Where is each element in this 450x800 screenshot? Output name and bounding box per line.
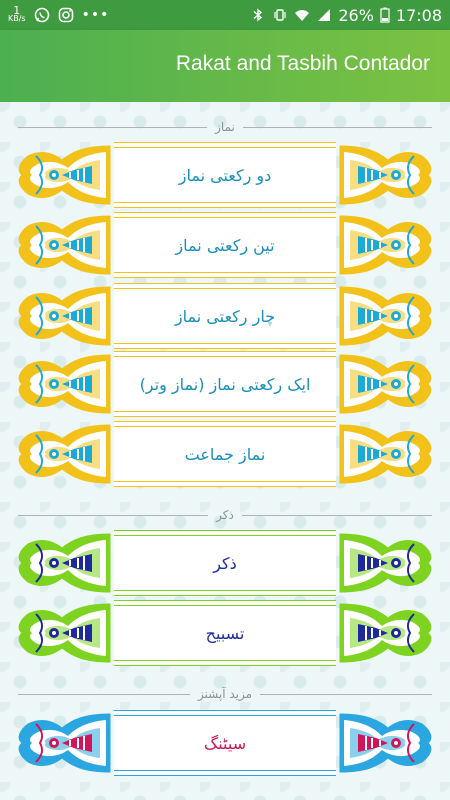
section-label-more-options: مزید آپشنز (197, 687, 253, 701)
four-rakat-namaz-button[interactable]: چار رکعتی نماز (14, 283, 436, 349)
tasbih-button[interactable]: تسبیح (14, 600, 436, 666)
instagram-icon (58, 7, 73, 23)
section-label-zikr: ذکر (216, 508, 234, 522)
button-label: چار رکعتی نماز (174, 306, 276, 326)
battery-percent: 26% (338, 5, 374, 25)
bluetooth-icon (253, 8, 263, 22)
more-notifications-icon: ••• (81, 7, 110, 23)
section-divider-namaz: نماز (18, 119, 433, 135)
section-divider-zikr: ذکر (18, 507, 432, 523)
vibrate-icon (274, 9, 286, 21)
two-rakat-namaz-button[interactable]: دو رکعتی نماز (14, 142, 436, 208)
status-bar: 1 KB/s ••• 26% 17:08 (0, 0, 450, 30)
section-label-namaz: نماز (215, 120, 235, 134)
battery-icon (380, 7, 390, 23)
button-label: نماز جماعت (184, 444, 266, 464)
zikr-button[interactable]: ذکر (14, 530, 436, 596)
network-speed: 1 KB/s (8, 4, 26, 23)
jamaat-namaz-button[interactable]: نماز جماعت (14, 421, 436, 487)
button-label: ایک رکعتی نماز (نماز وتر) (139, 374, 311, 394)
section-divider-more-options: مزید آپشنز (18, 686, 432, 702)
whatsapp-icon (34, 7, 49, 23)
three-rakat-namaz-button[interactable]: تین رکعتی نماز (14, 212, 436, 278)
button-label: دو رکعتی نماز (178, 165, 272, 185)
app-bar: Rakat and Tasbih Contador (0, 30, 450, 102)
app-title: Rakat and Tasbih Contador (175, 52, 430, 75)
button-label: تین رکعتی نماز (175, 235, 275, 255)
main-content[interactable]: نماز دو رکعتی نماز تین رکعتی نماز چار رک… (0, 102, 450, 800)
one-rakat-witr-namaz-button[interactable]: ایک رکعتی نماز (نماز وتر) (14, 351, 436, 417)
button-label: تسبیح (205, 623, 245, 643)
settings-button[interactable]: سیٹنگ (14, 710, 436, 776)
button-label: ذکر (213, 553, 237, 573)
button-label: سیٹنگ (203, 733, 247, 753)
signal-icon (318, 9, 331, 21)
clock: 17:08 (395, 5, 442, 25)
wifi-icon (295, 10, 310, 21)
